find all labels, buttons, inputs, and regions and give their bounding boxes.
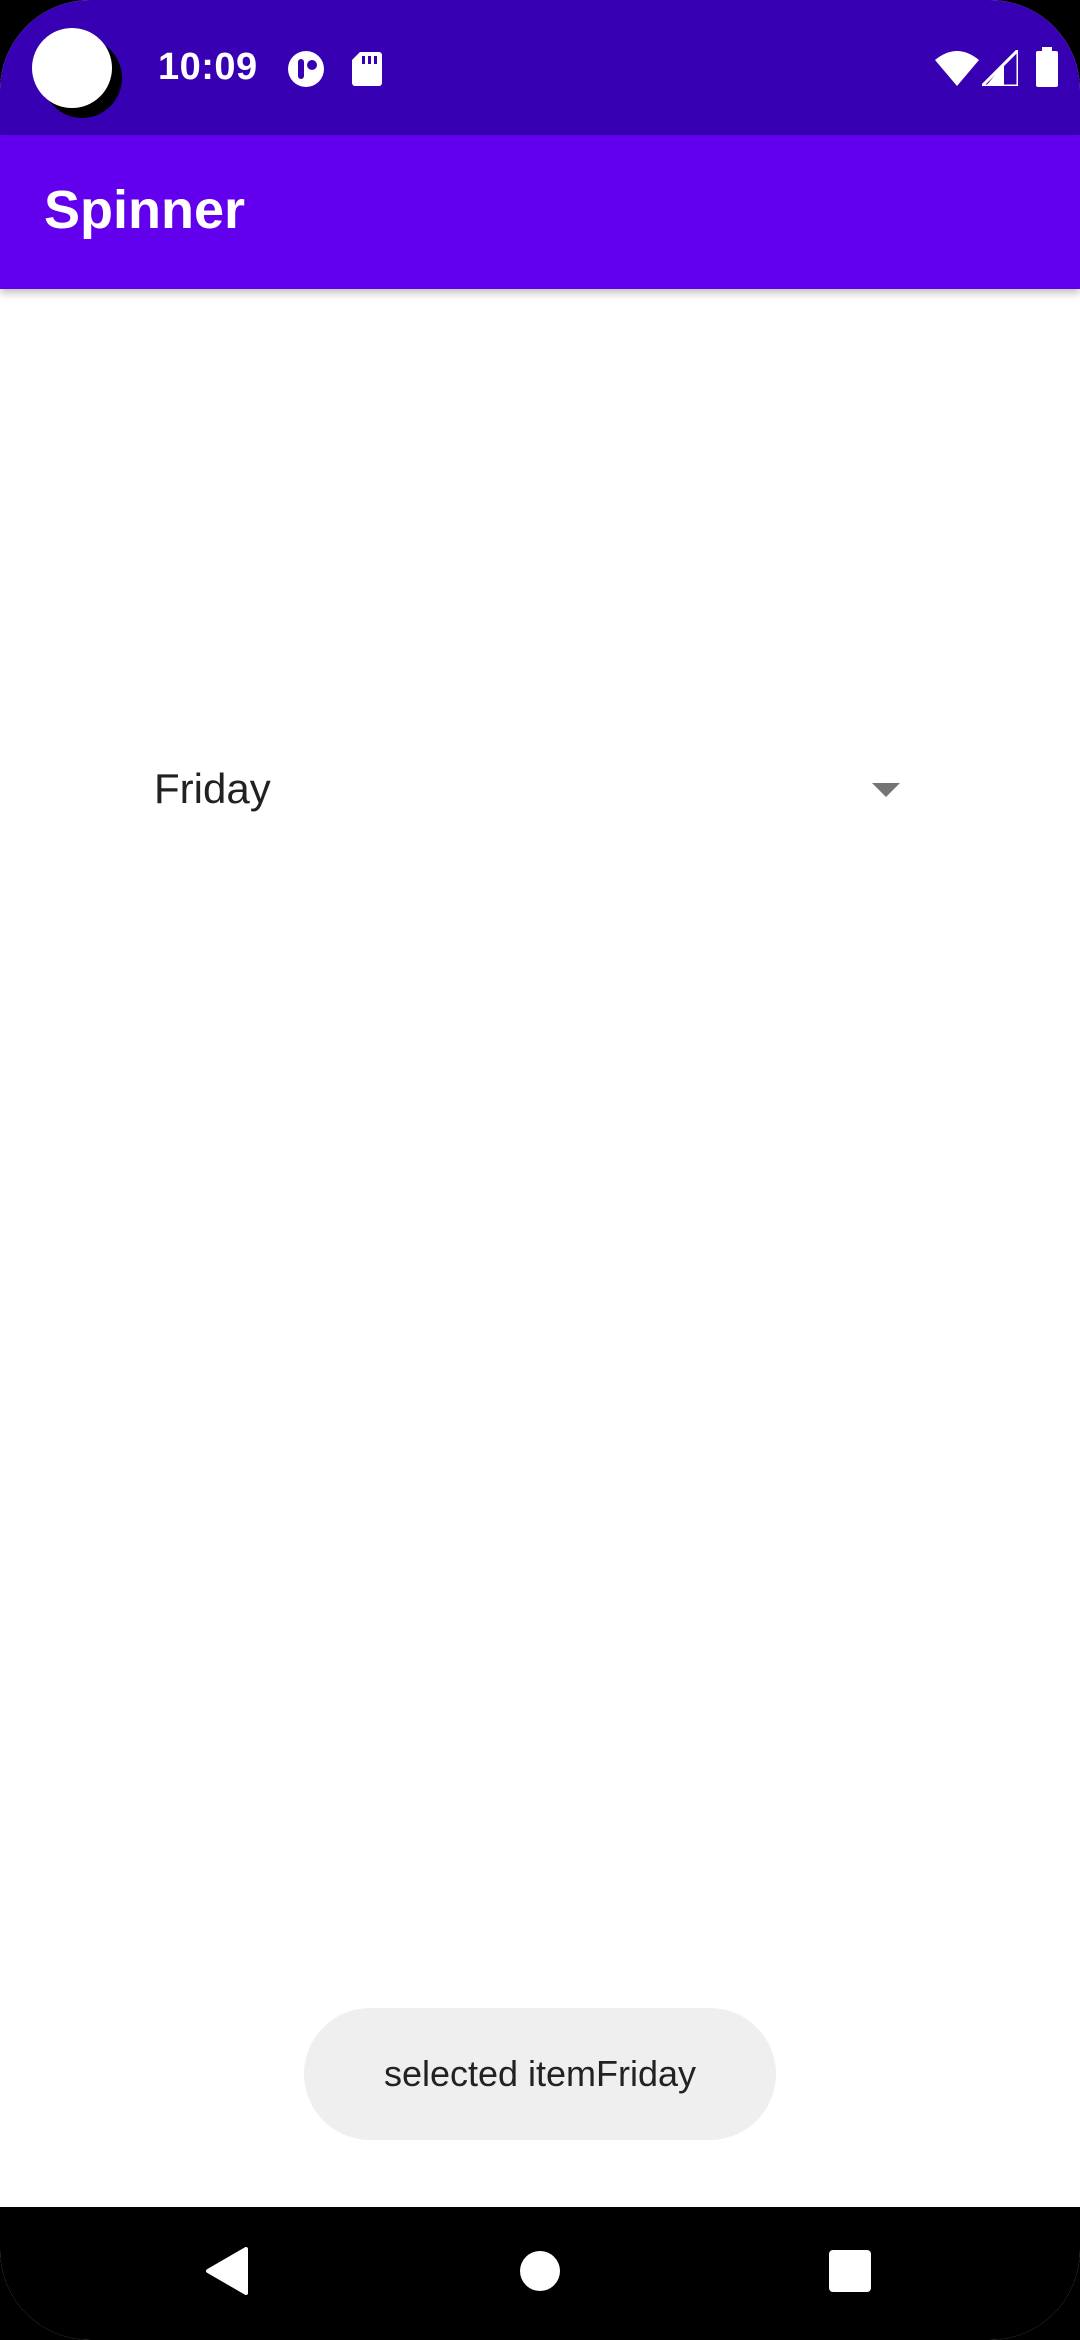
app-bar: Spinner: [0, 135, 1080, 289]
day-spinner[interactable]: Friday: [130, 745, 930, 835]
home-button[interactable]: [480, 2207, 600, 2340]
toast-message: selected itemFriday: [304, 2008, 776, 2140]
app-title: Spinner: [44, 180, 246, 240]
back-button[interactable]: [166, 2207, 286, 2340]
battery-icon: [1036, 47, 1058, 92]
back-icon: [204, 2247, 248, 2300]
phone-screen: 10:09 Spinner Friday selected itemFriday: [0, 0, 1080, 2340]
recents-icon: [829, 2250, 871, 2297]
spinner-selected-value: Friday: [154, 765, 271, 812]
camera-cutout-icon: [32, 28, 112, 108]
app-notification-icon: [287, 50, 325, 93]
dropdown-arrow-icon: [872, 783, 900, 797]
status-bar: 10:09: [0, 0, 1080, 135]
sd-card-icon: [352, 52, 382, 91]
home-icon: [520, 2251, 560, 2296]
recents-button[interactable]: [790, 2207, 910, 2340]
wifi-icon: [935, 50, 979, 91]
navigation-bar: [0, 2207, 1080, 2340]
cell-signal-icon: [978, 46, 1020, 91]
status-time: 10:09: [158, 46, 258, 88]
